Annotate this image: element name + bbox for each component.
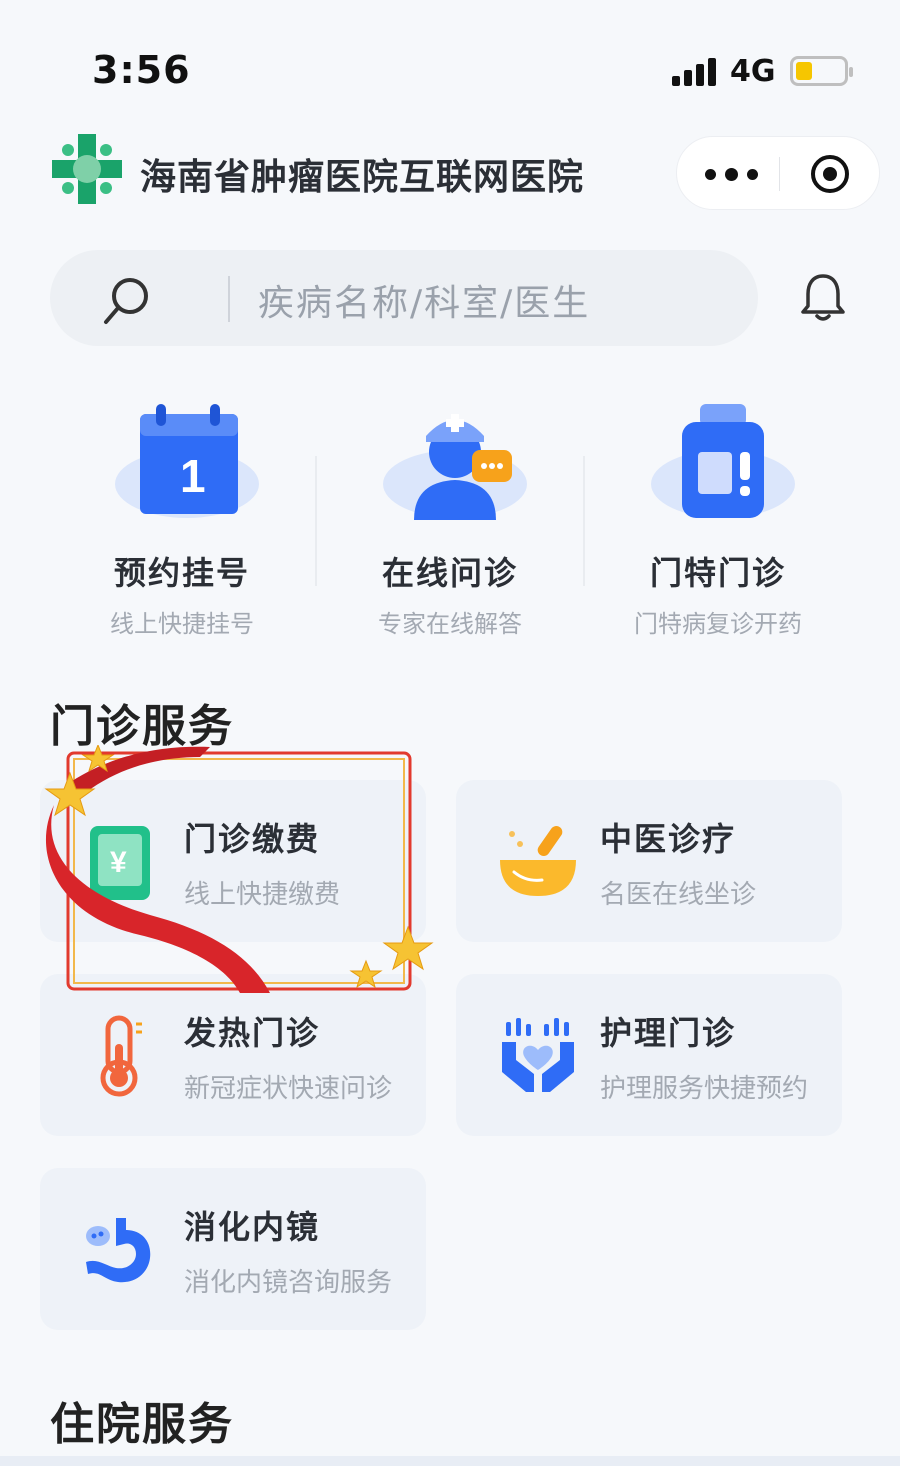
signal-icon xyxy=(672,58,718,86)
service-title: 发热门诊 xyxy=(184,1014,321,1052)
calendar-day: 1 xyxy=(180,450,206,502)
care-hands-icon xyxy=(502,1018,574,1092)
more-icon[interactable] xyxy=(705,159,761,189)
bell-icon[interactable] xyxy=(800,272,846,324)
service-subtitle: 名医在线坐诊 xyxy=(600,880,757,910)
quick-item-special-outpatient[interactable]: 门特门诊 门特病复诊开药 xyxy=(584,400,852,640)
section-title-outpatient: 门诊服务 xyxy=(50,701,234,752)
close-miniapp-icon[interactable] xyxy=(811,155,849,193)
miniapp-capsule xyxy=(676,136,880,210)
service-card-payment[interactable]: ¥ 门诊缴费 线上快捷缴费 xyxy=(40,780,426,942)
search-icon xyxy=(104,278,148,324)
status-time: 3:56 xyxy=(92,48,191,92)
medicine-bottle-icon xyxy=(651,404,795,518)
status-bar: 3:56 4G xyxy=(0,0,900,120)
section-title-inpatient: 住院服务 xyxy=(50,1399,234,1450)
service-card-endoscopy[interactable]: 消化内镜 消化内镜咨询服务 xyxy=(40,1168,426,1330)
payment-icon: ¥ xyxy=(90,826,150,900)
service-subtitle: 线上快捷缴费 xyxy=(184,880,341,910)
svg-text:¥: ¥ xyxy=(110,846,127,879)
quick-title: 门特门诊 xyxy=(649,554,786,592)
service-subtitle: 新冠症状快速问诊 xyxy=(184,1074,393,1104)
service-title: 门诊缴费 xyxy=(184,820,321,858)
network-type: 4G xyxy=(730,54,776,89)
doctor-chat-icon xyxy=(383,414,527,520)
quick-subtitle: 门特病复诊开药 xyxy=(634,610,802,638)
stomach-icon xyxy=(86,1218,151,1283)
search-placeholder: 疾病名称/科室/医生 xyxy=(258,283,591,324)
quick-actions: 1 预约挂号 线上快捷挂号 在线问诊 专家在线解答 门特门诊 门特病复诊开药 xyxy=(48,400,852,650)
quick-title: 在线问诊 xyxy=(381,554,518,592)
quick-subtitle: 专家在线解答 xyxy=(378,610,522,638)
thermometer-icon xyxy=(100,1015,142,1097)
service-title: 中医诊疗 xyxy=(600,820,737,858)
search-bar[interactable]: 疾病名称/科室/医生 xyxy=(50,250,758,346)
calendar-icon: 1 xyxy=(115,404,259,518)
service-subtitle: 护理服务快捷预约 xyxy=(600,1074,809,1104)
hospital-logo xyxy=(52,134,122,204)
quick-item-appointment[interactable]: 1 预约挂号 线上快捷挂号 xyxy=(48,400,316,640)
battery-icon xyxy=(790,56,853,86)
quick-subtitle: 线上快捷挂号 xyxy=(110,610,254,638)
mortar-pestle-icon xyxy=(500,825,576,896)
service-card-tcm[interactable]: 中医诊疗 名医在线坐诊 xyxy=(456,780,842,942)
quick-title: 预约挂号 xyxy=(113,554,250,592)
quick-item-online-consult[interactable]: 在线问诊 专家在线解答 xyxy=(316,400,584,640)
service-title: 护理门诊 xyxy=(600,1014,737,1052)
app-title: 海南省肿瘤医院互联网医院 xyxy=(140,157,585,198)
service-title: 消化内镜 xyxy=(184,1208,321,1246)
service-subtitle: 消化内镜咨询服务 xyxy=(184,1268,393,1298)
app-header: 海南省肿瘤医院互联网医院 xyxy=(0,128,900,218)
service-card-nursing[interactable]: 护理门诊 护理服务快捷预约 xyxy=(456,974,842,1136)
service-card-fever[interactable]: 发热门诊 新冠症状快速问诊 xyxy=(40,974,426,1136)
next-section-peek xyxy=(0,1456,900,1466)
